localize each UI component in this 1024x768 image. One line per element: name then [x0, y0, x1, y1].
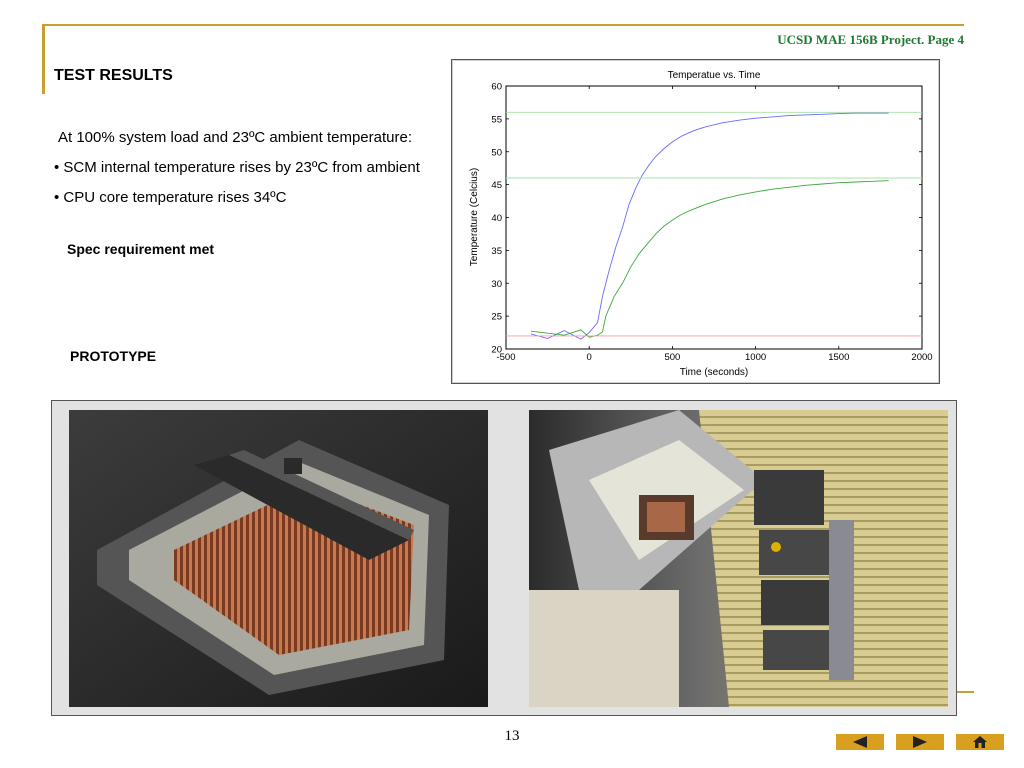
prev-slide-button[interactable] [836, 734, 884, 750]
chart-plot-area [505, 85, 923, 350]
x-tick-label: 2000 [911, 352, 932, 363]
photo-heat-sink [69, 410, 488, 707]
prototype-photo-frame [51, 400, 957, 716]
chart-x-axis-label: Time (seconds) [680, 367, 749, 378]
triangle-left-icon [852, 736, 868, 748]
next-slide-button[interactable] [896, 734, 944, 750]
top-gold-rule [42, 24, 964, 26]
y-tick-label: 30 [491, 279, 502, 290]
spec-requirement-note: Spec requirement met [67, 241, 215, 257]
temperature-chart: -500 0 500 1000 1500 2000202530354045505560 T… [453, 61, 938, 382]
y-tick-label: 40 [491, 213, 502, 224]
bullet-cpu-temperature: • CPU core temperature rises 34ºC [54, 189, 287, 206]
course-header: UCSD MAE 156B Project. Page 4 [777, 32, 964, 47]
y-tick-label: 55 [491, 114, 502, 125]
home-button[interactable] [956, 734, 1004, 750]
x-tick-label: 0 [587, 352, 592, 363]
bullet-scm-temperature: • SCM internal temperature rises by 23ºC… [54, 159, 420, 176]
temperature-chart-frame: -500 0 500 1000 1500 2000 20 25 30 35 40 45 50 55 60 T… [451, 59, 940, 384]
y-tick-label: 45 [491, 180, 502, 191]
results-intro: At 100% system load and 23ºC ambient tem… [58, 129, 413, 146]
prototype-heading: PROTOTYPE [70, 348, 157, 364]
chart-y-axis-label: Temperature (Celcius) [469, 168, 480, 266]
x-tick-label: 500 [664, 352, 680, 363]
home-icon [973, 736, 987, 748]
photo-server-rack [529, 410, 948, 707]
results-text: At 100% system load and 23ºC ambient tem… [54, 128, 464, 208]
chart-title: Temperatue vs. Time [668, 70, 761, 81]
y-tick-label: 25 [491, 312, 502, 323]
triangle-right-icon [912, 736, 928, 748]
x-tick-label: 1000 [745, 352, 766, 363]
x-tick-label: 1500 [828, 352, 849, 363]
y-tick-label: 50 [491, 147, 502, 158]
slide-title: TEST RESULTS [54, 67, 173, 84]
left-gold-rule [42, 24, 45, 94]
y-tick-label: 60 [491, 82, 502, 93]
y-tick-label: 35 [491, 246, 502, 257]
y-tick-label: 20 [491, 345, 502, 356]
